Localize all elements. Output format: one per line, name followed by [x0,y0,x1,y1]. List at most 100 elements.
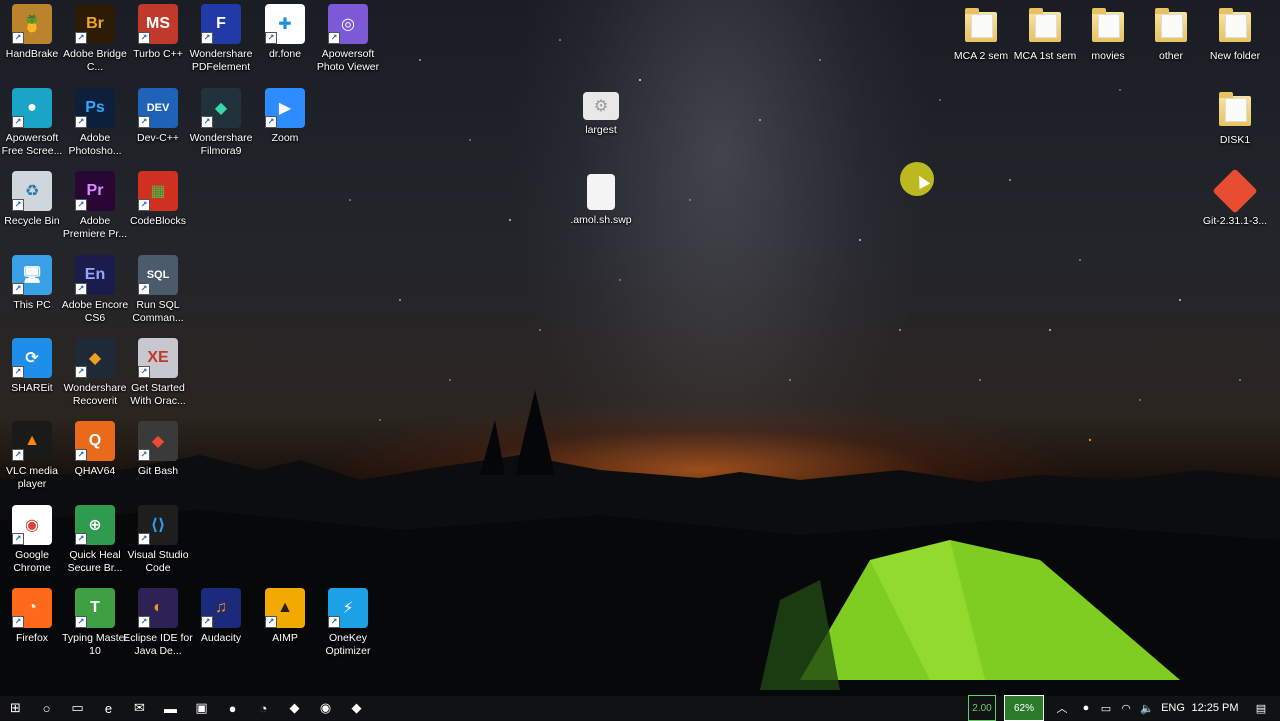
desktop-shortcut[interactable]: ⚡ ↗ OneKey Optimizer [316,588,380,658]
edge-icon[interactable]: e [93,696,124,720]
desktop-shortcut[interactable]: ◉ ↗ Google Chrome [0,505,64,575]
desktop-shortcut[interactable]: ◆ ↗ Git Bash [126,421,190,478]
show-hidden-icons-icon[interactable]: ︿ [1048,696,1076,720]
codeblocks-icon: ▦ ↗ [138,171,178,211]
desktop-folder[interactable]: DISK1 [1203,88,1267,147]
icon-glyph: ◆ [214,100,228,117]
shortcut-arrow-icon: ↗ [12,199,24,211]
desktop-shortcut[interactable]: 🍍 ↗ HandBrake [0,4,64,61]
largest-file-icon: ⚙ [583,92,619,120]
battery-indicator-b[interactable]: 62% [1004,695,1044,721]
desktop-folder[interactable]: MCA 2 sem [949,4,1013,63]
icon-glyph: ● [27,99,37,116]
handbrake-icon: 🍍 ↗ [12,4,52,44]
volume-icon[interactable]: 🔈 [1136,696,1158,720]
desktop-shortcut[interactable]: Pr ↗ Adobe Premiere Pr... [63,171,127,241]
desktop-shortcut[interactable]: ◐ ↗ Eclipse IDE for Java De... [123,588,193,658]
firefox-taskbar-icon[interactable]: ◔ [248,696,279,720]
shortcut-arrow-icon: ↗ [138,32,150,44]
action-center-icon[interactable]: ▤ [1242,696,1280,720]
desktop-shortcut[interactable]: ◔ ↗ Firefox [0,588,64,645]
recycle-bin-icon: ♻ ↗ [12,171,52,211]
battery-icon[interactable]: ▭ [1096,696,1116,720]
desktop-file[interactable]: .amol.sh.swp [569,174,633,227]
desktop-shortcut[interactable]: 🖥 ↗ This PC [0,255,64,312]
desktop-folder[interactable]: movies [1076,4,1140,63]
typing-master-icon: T ↗ [75,588,115,628]
desktop-shortcut[interactable]: ▶ ↗ Zoom [253,88,317,145]
desktop-shortcut[interactable]: ♫ ↗ Audacity [189,588,253,645]
desktop-shortcut[interactable]: En ↗ Adobe Encore CS6 [62,255,128,325]
desktop-shortcut[interactable]: ▲ ↗ VLC media player [0,421,64,491]
desktop-shortcut[interactable]: ⟨⟩ ↗ Visual Studio Code [126,505,190,575]
task-view-icon[interactable]: ▭ [62,696,93,720]
shortcut-arrow-icon: ↗ [138,533,150,545]
shareit-icon: ⟳ ↗ [12,338,52,378]
desktop-shortcut[interactable]: ▦ ↗ CodeBlocks [126,171,190,228]
desktop-shortcut[interactable]: Q ↗ QHAV64 [63,421,127,478]
shortcut-arrow-icon: ↗ [12,283,24,295]
desktop-shortcut-label: OneKey Optimizer [325,632,371,657]
folder-paper [1225,14,1247,38]
icon-glyph: Pr [86,182,104,199]
app-icon[interactable]: ● [217,696,248,720]
shortcut-arrow-icon: ↗ [12,616,24,628]
chrome-taskbar-icon[interactable]: ◉ [310,696,341,720]
icon-glyph: ◆ [88,350,102,367]
icon-glyph: 🍍 [22,16,42,33]
battery-indicator-a[interactable]: 2.00 [968,695,996,721]
desktop-item-label: MCA 2 sem [953,50,1009,62]
icon-glyph: T [90,599,100,616]
folder-paper [1225,98,1247,122]
desktop-shortcut[interactable]: ◆ ↗ Wondershare Filmora9 [189,88,253,158]
desktop-shortcut-label: Git Bash [137,465,179,477]
language-indicator[interactable]: ENG [1158,696,1188,720]
desktop-folder[interactable]: New folder [1203,4,1267,63]
mail-icon[interactable]: ✉ [124,696,155,720]
this-pc-icon: 🖥 ↗ [12,255,52,295]
desktop-shortcut[interactable]: ♻ ↗ Recycle Bin [0,171,64,228]
desktop-shortcut[interactable]: Ps ↗ Adobe Photosho... [63,88,127,158]
recoverit-icon: ◆ ↗ [75,338,115,378]
shortcut-arrow-icon: ↗ [75,616,87,628]
desktop-file[interactable]: ⚙ largest [569,92,633,137]
desktop-shortcut[interactable]: ✚ ↗ dr.fone [253,4,317,61]
icon-glyph: ▲ [24,432,40,449]
desktop-folder[interactable]: MCA 1st sem [1013,4,1077,63]
tray-app-icon[interactable]: ● [1076,696,1096,720]
git-taskbar-icon[interactable]: ◆ [279,696,310,720]
folder-icon [965,8,997,42]
desktop-shortcut[interactable]: ◎ ↗ Apowersoft Photo Viewer [316,4,380,74]
start-icon[interactable]: ⊞ [0,696,31,720]
desktop-shortcut-label: Get Started With Orac... [130,382,186,407]
file-explorer-icon[interactable]: ▬ [155,696,186,720]
icon-glyph: F [216,15,226,32]
desktop-shortcut[interactable]: Br ↗ Adobe Bridge C... [63,4,127,74]
desktop-shortcut[interactable]: T ↗ Typing Master 10 [62,588,128,658]
desktop-shortcut[interactable]: ⊕ ↗ Quick Heal Secure Br... [63,505,127,575]
desktop-shortcut[interactable]: ● ↗ Apowersoft Free Scree... [0,88,64,158]
desktop-shortcut[interactable]: ⟳ ↗ SHAREit [0,338,64,395]
desktop-folder[interactable]: other [1139,4,1203,63]
icon-glyph: ▶ [278,100,292,117]
desktop-shortcut[interactable]: DEV ↗ Dev-C++ [126,88,190,145]
icon-glyph: En [84,266,106,283]
zoom-icon: ▶ ↗ [265,88,305,128]
wifi-icon[interactable]: ◠ [1116,696,1136,720]
desktop-shortcut[interactable]: F ↗ Wondershare PDFelement [189,4,253,74]
clock[interactable]: 12:25 PM [1188,696,1242,720]
cortana-icon[interactable]: ○ [31,696,62,720]
shortcut-arrow-icon: ↗ [12,32,24,44]
desktop-shortcut[interactable]: XE ↗ Get Started With Orac... [126,338,190,408]
desktop-shortcut[interactable]: ▲ ↗ AIMP [253,588,317,645]
shortcut-arrow-icon: ↗ [75,449,87,461]
desktop-item-label: New folder [1209,50,1261,62]
store-icon[interactable]: ▣ [186,696,217,720]
desktop-shortcut[interactable]: MS ↗ Turbo C++ [126,4,190,61]
desktop-shortcut[interactable]: SQL ↗ Run SQL Comman... [126,255,190,325]
shortcut-arrow-icon: ↗ [138,366,150,378]
git-bash-taskbar-icon[interactable]: ◆ [341,696,372,720]
desktop-shortcut[interactable]: ◆ ↗ Wondershare Recoverit [63,338,127,408]
desktop-shortcut[interactable]: Git-2.31.1-3... [1203,168,1267,228]
shortcut-arrow-icon: ↗ [75,32,87,44]
